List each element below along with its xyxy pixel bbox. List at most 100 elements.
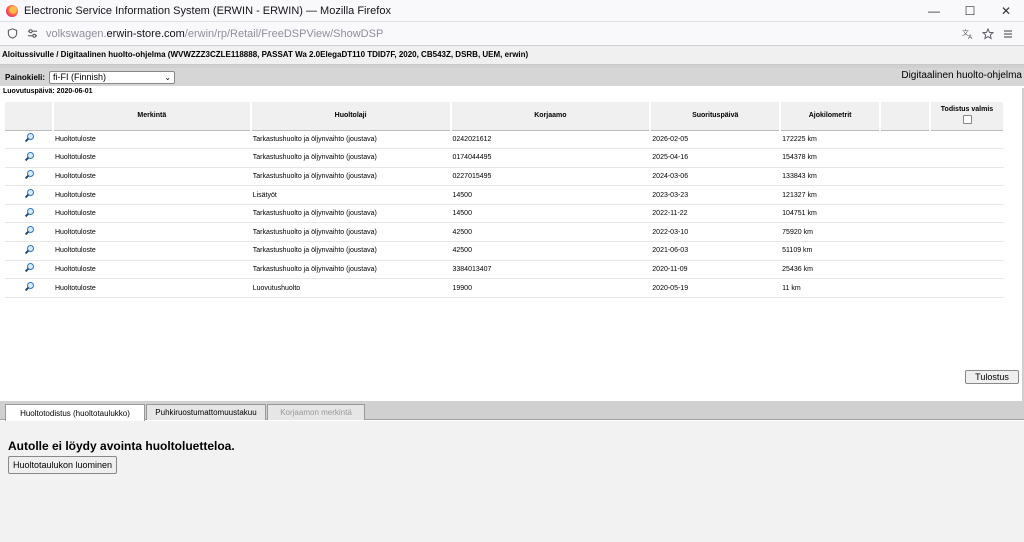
column-header-huoltolaji: Huoltolaji [250, 102, 452, 131]
cell-suorituspaiva: 2020-11-09 [650, 260, 781, 280]
column-header-merkinta: Merkintä [52, 102, 252, 131]
cell-huoltolaji: Luovutushuolto [250, 278, 451, 298]
magnifier-icon[interactable] [24, 207, 34, 218]
table-row: Huoltotuloste Tarkastushuolto ja öljynvai… [5, 130, 1004, 150]
cell-ajokilometrit: 133843 km [780, 167, 881, 187]
magnifier-icon[interactable] [24, 151, 34, 162]
cell-ajokilometrit: 75920 km [780, 222, 881, 243]
tab-huoltotodistus[interactable]: Huoltotodistus (huoltotaulukko) [5, 404, 145, 421]
cell-korjaamo: 19900 [450, 278, 651, 298]
language-label: Painokieli: [5, 72, 46, 82]
shield-icon[interactable] [2, 24, 22, 44]
delivery-date: Luovutuspäivä: 2020-06-01 [3, 88, 93, 95]
cell-empty [880, 185, 930, 205]
cell-suorituspaiva: 2025-04-16 [650, 148, 781, 168]
bookmark-star-icon[interactable] [978, 24, 998, 44]
magnifier-icon[interactable] [24, 263, 34, 273]
cell-korjaamo: 0242021612 [450, 130, 651, 150]
cell-merkinta: Huoltotuloste [52, 148, 251, 168]
cell-huoltolaji: Tarkastushuolto ja öljynvaihto (joustava… [250, 167, 451, 187]
cell-empty [880, 241, 930, 261]
column-header-korjaamo: Korjaamo [450, 102, 652, 131]
language-selected-value: fi-FI (Finnish) [53, 72, 107, 82]
cell-suorituspaiva: 2021-06-03 [650, 241, 781, 261]
cell-merkinta: Huoltotuloste [52, 222, 251, 243]
tab-bar: Huoltotodistus (huoltotaulukko) Puhkiruo… [0, 401, 1024, 421]
cell-ajokilometrit: 25436 km [780, 260, 881, 280]
tab-puhkiruostumattomuustakuu[interactable]: Puhkiruostumattomuustakuu [146, 404, 266, 420]
cell-huoltolaji: Tarkastushuolto ja öljynvaihto (joustava… [250, 204, 451, 224]
column-header-ajokilometrit: Ajokilometrit [780, 102, 882, 131]
cell-todistus [930, 222, 1004, 243]
print-button[interactable]: Tulostus [965, 370, 1019, 384]
icon [5, 167, 53, 187]
table-row: Huoltotuloste Luovutushuolto 19900 2020-05-… [5, 278, 1004, 298]
table-row: Huoltotuloste Tarkastushuolto ja öljynvai… [5, 148, 1004, 168]
service-history-table: Merkintä Huoltolaji Korjaamo Suorituspäi… [5, 102, 1005, 298]
icon [5, 278, 53, 298]
table-row: Huoltotuloste Tarkastushuolto ja öljynvai… [5, 167, 1004, 187]
cell-korjaamo: 14500 [450, 204, 651, 224]
cell-korjaamo: 42500 [450, 241, 651, 261]
cell-todistus [930, 185, 1004, 205]
cell-todistus [930, 204, 1004, 224]
magnifier-icon[interactable] [24, 170, 34, 180]
icon [5, 130, 53, 150]
window-titlebar: Electronic Service Information System (E… [0, 0, 1024, 22]
cell-suorituspaiva: 2026-02-05 [650, 130, 781, 150]
translate-icon[interactable]: 文A [958, 24, 978, 44]
cell-suorituspaiva: 2023-03-23 [650, 185, 781, 205]
table-row: Huoltotuloste Tarkastushuolto ja öljynvai… [5, 222, 1004, 243]
navigation-bar: volkswagen.erwin-store.com/erwin/rp/Reta… [0, 22, 1024, 46]
column-header-todistus: Todistus valmis [930, 102, 1005, 131]
language-bar: Painokieli: fi-FI (Finnish) ⌄ Digitaalin… [0, 68, 1024, 86]
cell-huoltolaji: Tarkastushuolto ja öljynvaihto (joustava… [250, 222, 451, 243]
menu-icon[interactable] [998, 24, 1018, 44]
cell-ajokilometrit: 121327 km [780, 185, 881, 205]
cell-huoltolaji: Tarkastushuolto ja öljynvaihto (joustava… [250, 130, 451, 150]
cell-suorituspaiva: 2020-05-19 [650, 278, 781, 298]
cell-ajokilometrit: 104751 km [780, 204, 881, 224]
cell-ajokilometrit: 172225 km [780, 130, 881, 150]
cell-korjaamo: 3384013407 [450, 260, 651, 280]
cell-korjaamo: 14500 [450, 185, 651, 205]
cell-todistus [930, 241, 1004, 261]
cell-empty [880, 278, 930, 298]
icon [5, 204, 53, 224]
magnifier-icon[interactable] [24, 189, 34, 199]
url-field[interactable]: volkswagen.erwin-store.com/erwin/rp/Reta… [46, 28, 958, 40]
magnifier-icon[interactable] [24, 282, 34, 292]
cell-suorituspaiva: 2024-03-06 [650, 167, 781, 187]
url-path: /erwin/rp/Retail/FreeDSPView/ShowDSP [184, 27, 384, 40]
table-header-row: Merkintä Huoltolaji Korjaamo Suorituspäi… [5, 102, 1005, 131]
table-row: Huoltotuloste Tarkastushuolto ja öljynvai… [5, 241, 1004, 261]
todistus-label: Todistus valmis [940, 105, 994, 113]
magnifier-icon[interactable] [24, 133, 34, 143]
create-schedule-button[interactable]: Huoltotaulukon luominen [8, 456, 118, 474]
language-select[interactable]: fi-FI (Finnish) ⌄ [49, 70, 176, 84]
site-settings-icon[interactable] [22, 24, 42, 44]
maximize-button[interactable]: ☐ [952, 0, 988, 22]
icon [5, 222, 53, 243]
no-schedule-message: Autolle ei löydy avointa huoltoluetteloa… [8, 439, 235, 453]
minimize-button[interactable]: — [916, 0, 952, 22]
cell-empty [880, 204, 930, 224]
cell-empty [880, 148, 930, 168]
magnifier-icon[interactable] [24, 244, 34, 255]
cell-huoltolaji: Tarkastushuolto ja öljynvaihto (joustava… [250, 260, 451, 280]
close-button[interactable]: ✕ [988, 0, 1024, 22]
cell-todistus [930, 130, 1004, 150]
cell-ajokilometrit: 51109 km [780, 241, 881, 261]
todistus-checkbox[interactable] [962, 114, 972, 124]
vehicle-info-breadcrumb[interactable]: Aloitussivulle / Digitaalinen huolto-ohj… [0, 46, 1024, 65]
magnifier-icon[interactable] [24, 226, 34, 236]
cell-merkinta: Huoltotuloste [52, 260, 251, 280]
svg-text:A: A [968, 34, 973, 40]
cell-korjaamo: 42500 [450, 222, 651, 243]
cell-huoltolaji: Lisätyöt [250, 185, 451, 205]
column-header-empty [880, 102, 931, 131]
table-row: Huoltotuloste Lisätyöt 14500 2023-03-23 1213… [5, 185, 1004, 205]
table-row: Huoltotuloste Tarkastushuolto ja öljynvai… [5, 260, 1004, 280]
icon [5, 148, 53, 168]
firefox-icon [6, 4, 18, 17]
